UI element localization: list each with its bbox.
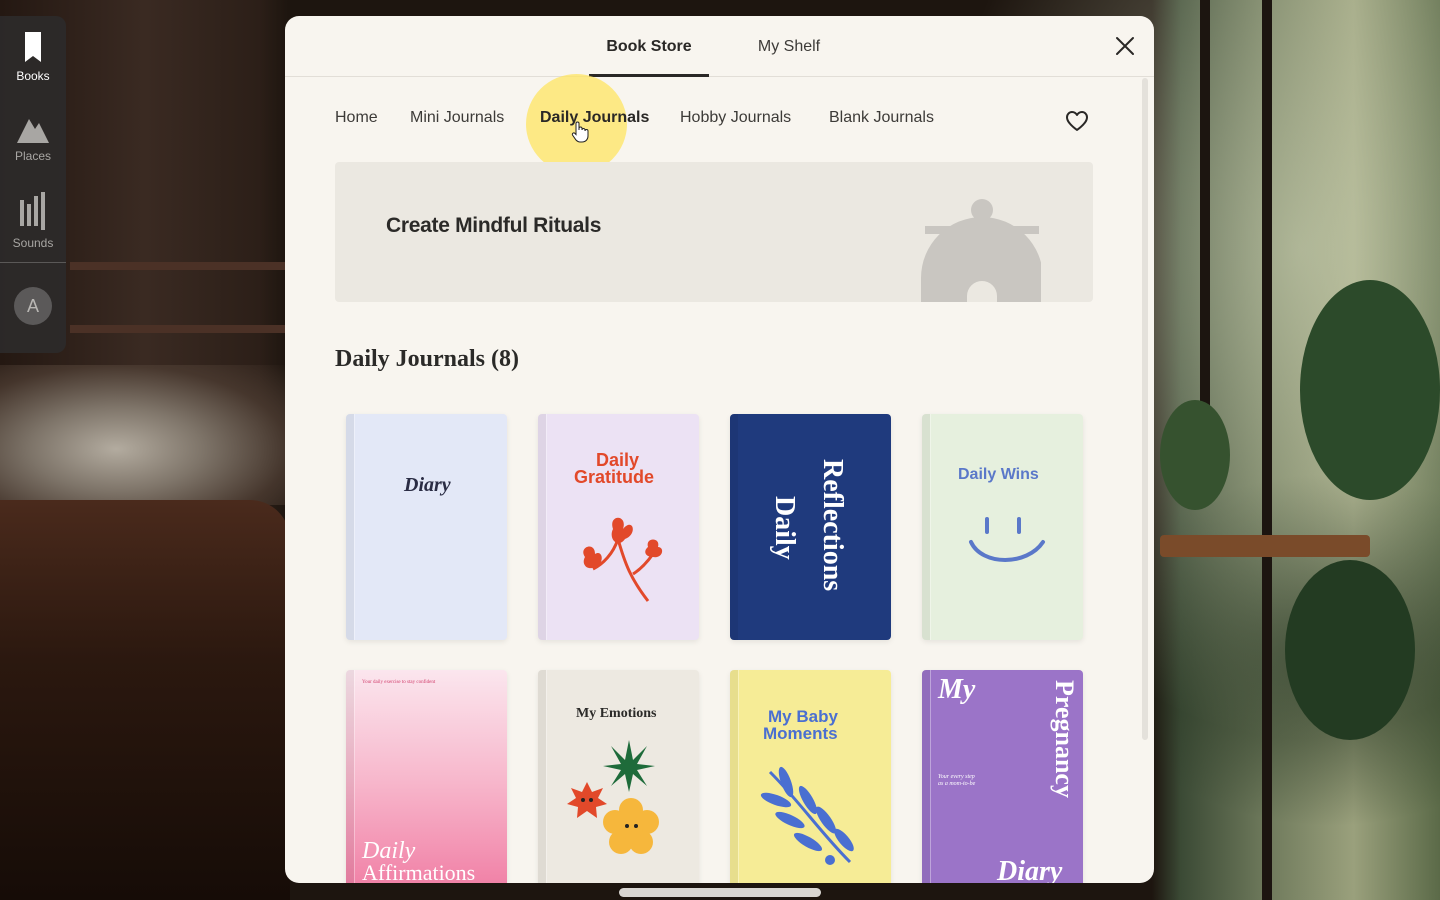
background-counter xyxy=(0,500,290,900)
book-title-line2: Affirmations xyxy=(362,860,476,884)
sidebar-item-label: Sounds xyxy=(12,236,54,250)
book-spine xyxy=(930,670,931,883)
book-spine xyxy=(354,414,355,640)
book-spine xyxy=(546,414,547,640)
home-indicator[interactable] xyxy=(619,888,821,897)
category-nav: Home Mini Journals Daily Journals Hobby … xyxy=(335,109,1055,133)
book-daily-wins[interactable]: Daily Wins xyxy=(922,414,1083,640)
background-plant xyxy=(1300,280,1440,500)
background-shelf xyxy=(70,262,285,270)
book-title-my: My xyxy=(938,674,976,705)
mountain-icon xyxy=(17,119,49,143)
background-window-frame xyxy=(1262,0,1272,900)
book-title: Daily Wins xyxy=(958,466,1039,483)
hand-cursor-icon xyxy=(571,121,589,143)
heart-icon[interactable] xyxy=(1065,110,1089,132)
book-spine xyxy=(546,670,547,883)
book-daily-gratitude[interactable]: Daily Gratitude xyxy=(538,414,699,640)
background-coffee-machine xyxy=(0,365,290,505)
sidebar-item-sounds[interactable]: Sounds xyxy=(0,180,66,262)
book-store-panel: Book Store My Shelf Home Mini Journals D… xyxy=(285,16,1154,883)
sidebar-item-places[interactable]: Places xyxy=(0,98,66,180)
background-plant xyxy=(1285,560,1415,740)
sidebar-divider xyxy=(0,262,66,263)
emotion-flowers-icon xyxy=(567,740,659,854)
book-title-line2: Gratitude xyxy=(574,467,655,487)
book-daily-reflections[interactable]: Reflections Daily xyxy=(730,414,891,640)
category-mini-journals[interactable]: Mini Journals xyxy=(410,109,504,127)
category-daily-journals[interactable]: Daily Journals xyxy=(540,109,649,127)
book-my-pregnancy-diary[interactable]: My Pregnancy Your every step as a mom-to… xyxy=(922,670,1083,883)
background-plant xyxy=(1160,400,1230,510)
sidebar-item-label: Places xyxy=(14,149,52,163)
book-spine xyxy=(354,670,355,883)
category-hobby-journals[interactable]: Hobby Journals xyxy=(680,109,791,127)
book-tagline-line2: as a mom-to-be xyxy=(938,781,976,787)
book-spine xyxy=(930,414,931,640)
background-table xyxy=(1160,535,1370,557)
category-home[interactable]: Home xyxy=(335,109,378,127)
book-title-line2: Moments xyxy=(763,724,838,743)
book-title-vertical: Pregnancy xyxy=(1050,680,1079,798)
book-title-bottom: Diary xyxy=(997,856,1063,883)
bookmark-icon xyxy=(25,32,41,62)
book-title-line1: Reflections xyxy=(817,459,848,592)
banner-title: Create Mindful Rituals xyxy=(386,214,602,237)
app-sidebar: Books Places Sounds A xyxy=(0,16,66,353)
book-my-emotions[interactable]: My Emotions xyxy=(538,670,699,883)
book-diary[interactable]: Diary xyxy=(346,414,507,640)
close-icon[interactable] xyxy=(1111,32,1139,60)
book-title-line1: My Baby xyxy=(768,707,838,726)
book-daily-affirmations[interactable]: Your daily exercise to stay confident Da… xyxy=(346,670,507,883)
category-blank-journals[interactable]: Blank Journals xyxy=(829,109,934,127)
book-tagline-line1: Your every step xyxy=(938,774,975,780)
book-title-line1: Daily xyxy=(362,838,416,864)
section-title: Daily Journals (8) xyxy=(335,346,520,372)
tab-book-store[interactable]: Book Store xyxy=(589,16,709,77)
book-spine xyxy=(738,670,739,883)
background-window-frame xyxy=(1200,0,1210,420)
sound-bars-icon xyxy=(20,192,45,230)
background-shelf xyxy=(70,325,285,333)
tab-my-shelf[interactable]: My Shelf xyxy=(739,16,839,77)
book-title: Diary xyxy=(404,474,451,496)
promo-banner[interactable]: Create Mindful Rituals xyxy=(335,162,1093,302)
book-title-line2: Daily xyxy=(769,496,800,560)
active-tab-indicator xyxy=(589,74,709,77)
top-tabs: Book Store My Shelf xyxy=(285,16,1154,77)
smiley-icon xyxy=(969,517,1045,562)
book-title: My Emotions xyxy=(576,706,657,721)
sidebar-item-books[interactable]: Books xyxy=(0,16,66,98)
leaf-branch-icon xyxy=(760,766,854,865)
book-my-baby-moments[interactable]: My Baby Moments xyxy=(730,670,891,883)
sidebar-item-label: Books xyxy=(16,69,50,83)
meditation-figure-icon xyxy=(921,199,1041,302)
book-tagline: Your daily exercise to stay confident xyxy=(362,680,436,685)
flower-icon xyxy=(583,517,663,602)
avatar[interactable]: A xyxy=(14,287,52,325)
scrollbar[interactable] xyxy=(1142,78,1148,740)
